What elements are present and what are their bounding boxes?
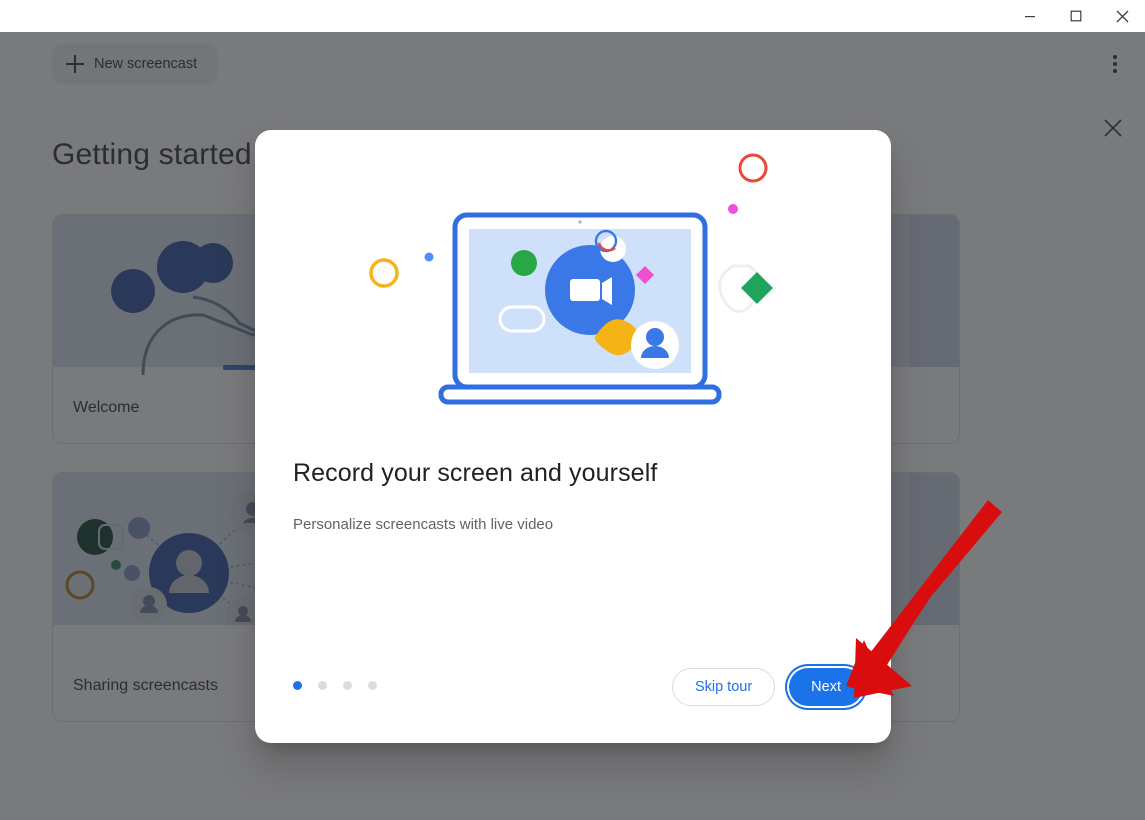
- onboarding-dialog: Record your screen and yourself Personal…: [255, 130, 891, 743]
- dialog-title: Record your screen and yourself: [293, 459, 658, 487]
- window-minimize-button[interactable]: [1007, 0, 1053, 32]
- minimize-icon: [1025, 16, 1035, 18]
- pagination-dot-3[interactable]: [343, 681, 352, 690]
- dialog-actions: Skip tour Next: [671, 668, 867, 706]
- app-root: New screencast Getting started: [0, 0, 1145, 820]
- dialog-subtitle: Personalize screencasts with live video: [293, 516, 554, 533]
- next-button[interactable]: Next: [789, 668, 863, 706]
- pagination-dot-4[interactable]: [368, 681, 377, 690]
- pagination-dots: [293, 681, 377, 690]
- maximize-icon: [1070, 10, 1082, 22]
- laptop-video-recording-illustration: [369, 153, 773, 405]
- pagination-dot-2[interactable]: [318, 681, 327, 690]
- pagination-dot-1[interactable]: [293, 681, 302, 690]
- window-maximize-button[interactable]: [1053, 0, 1099, 32]
- window-close-button[interactable]: [1099, 0, 1145, 32]
- skip-tour-button[interactable]: Skip tour: [671, 668, 776, 706]
- window-titlebar: [0, 0, 1145, 32]
- close-icon: [1116, 10, 1128, 22]
